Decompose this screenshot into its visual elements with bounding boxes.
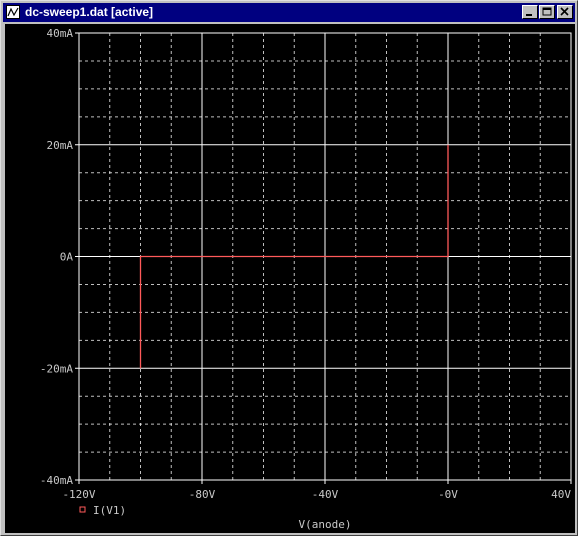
y-tick-label: 40mA	[47, 27, 74, 40]
x-tick-label: -80V	[189, 488, 216, 501]
minimize-icon	[526, 14, 532, 16]
close-icon	[560, 7, 569, 16]
dc-sweep-plot[interactable]: 40mA20mA0A-20mA-40mA-120V -80V -40V -0V 40V …	[5, 24, 575, 533]
x-tick-label: -120V	[62, 488, 95, 501]
close-button[interactable]	[557, 5, 573, 19]
y-tick-label: -20mA	[40, 362, 73, 375]
y-tick-label: 0A	[60, 251, 74, 264]
maximize-icon	[542, 7, 552, 16]
x-tick-label: 40V	[551, 488, 571, 501]
waveform-app-icon	[6, 5, 20, 19]
maximize-button[interactable]	[539, 5, 555, 19]
x-axis-label: V(anode)	[299, 518, 352, 531]
x-tick-label: -0V	[438, 488, 458, 501]
legend-label: I(V1)	[93, 504, 126, 517]
legend-marker	[79, 506, 86, 513]
y-tick-label: -40mA	[40, 474, 73, 487]
y-tick-label: 20mA	[47, 139, 74, 152]
x-tick-label: -40V	[312, 488, 339, 501]
probe-window: dc-sweep1.dat [active] 40mA 20mA 0A -20mA -4…	[0, 0, 578, 536]
minimize-button[interactable]	[522, 5, 538, 19]
window-title: dc-sweep1.dat [active]	[25, 5, 154, 19]
plot-area[interactable]: 40mA 20mA 0A -20mA -40mA -120V -80V -40V -0V 40V …	[5, 24, 575, 533]
title-bar[interactable]: dc-sweep1.dat [active]	[3, 3, 575, 22]
